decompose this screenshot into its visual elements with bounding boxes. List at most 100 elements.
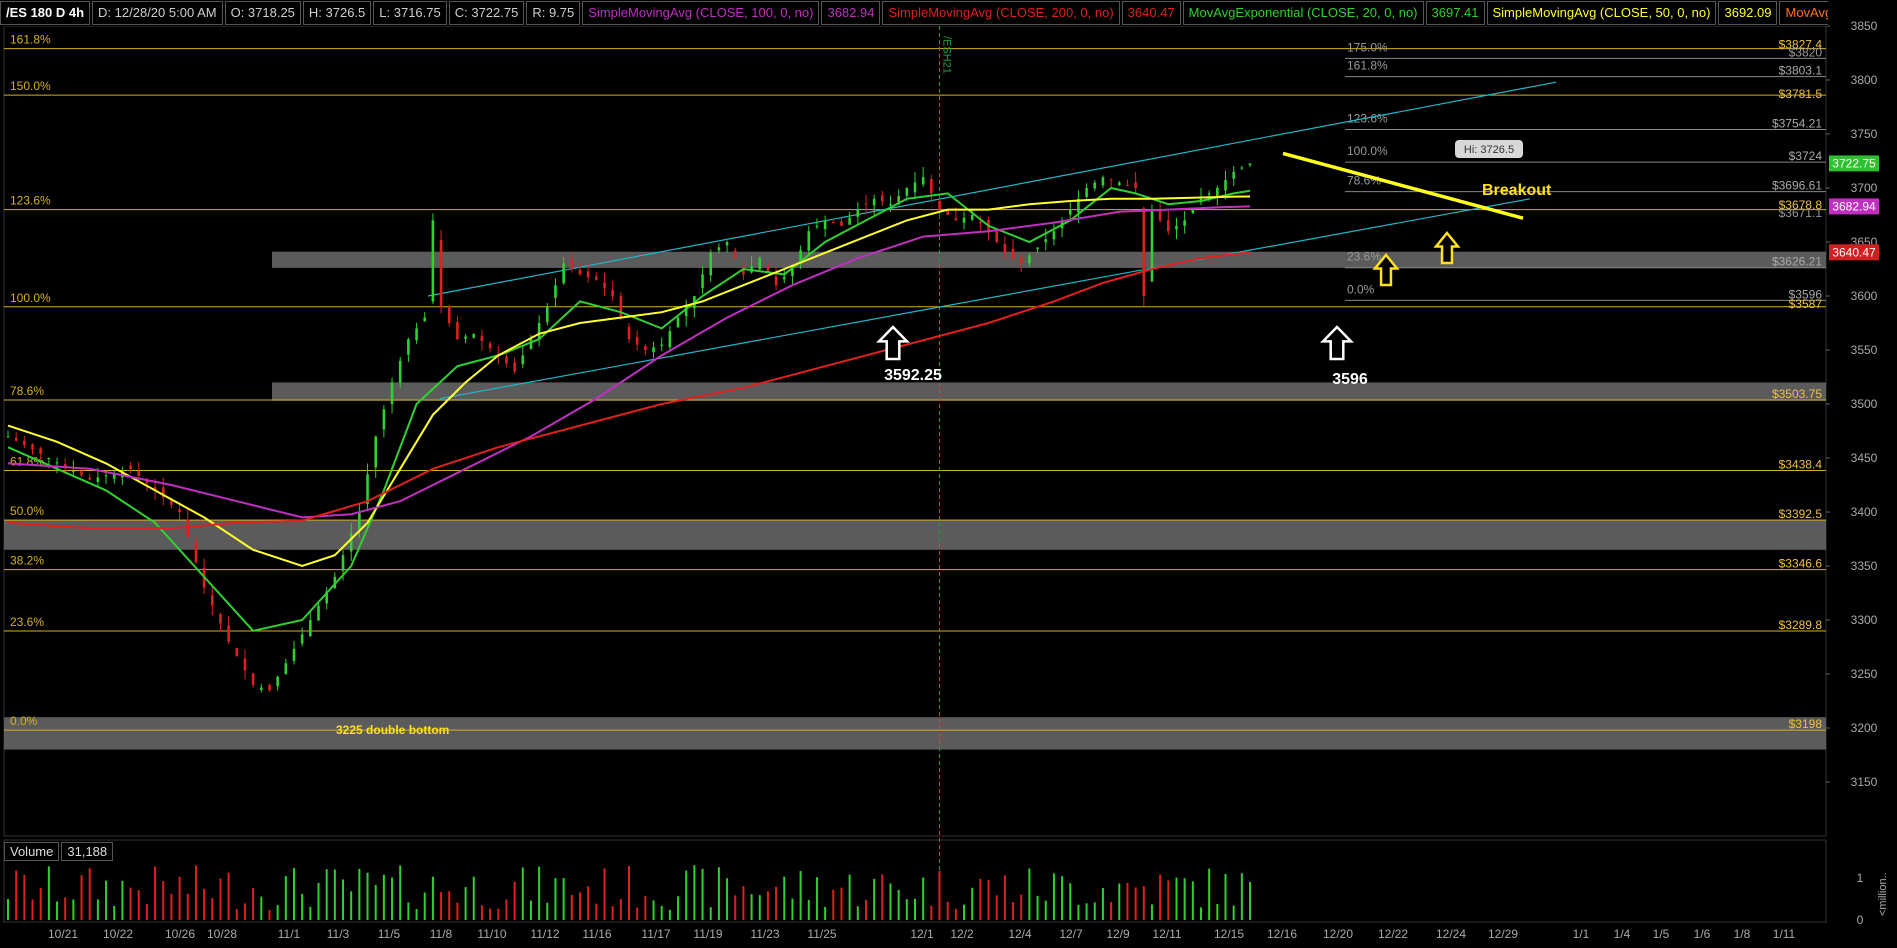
candle [1036, 247, 1039, 250]
support-zone [272, 382, 1826, 401]
candle [317, 605, 320, 621]
x-tick-label: 11/25 [807, 927, 836, 941]
candle [970, 215, 974, 220]
candle [1216, 188, 1219, 197]
study-ema20-label[interactable]: MovAvgExponential (CLOSE, 20, 0, no) [1182, 1, 1424, 25]
volume-bar [252, 888, 255, 920]
volume-bar [685, 870, 688, 920]
candle [1126, 184, 1129, 186]
study-sma50-label[interactable]: SimpleMovingAvg (CLOSE, 50, 0, no) [1486, 1, 1717, 25]
x-tick-label: 12/29 [1488, 927, 1518, 941]
volume-bar [889, 883, 892, 920]
volume-bar [276, 905, 279, 920]
x-tick-label: 12/22 [1378, 927, 1408, 941]
candle [260, 687, 263, 691]
candle [758, 258, 762, 270]
candle [962, 217, 966, 223]
x-tick-label: 1/1 [1573, 927, 1590, 941]
x-tick-label: 10/21 [48, 927, 78, 941]
price-chart[interactable]: 161.8%150.0%123.6%100.0%78.6%61.8%50.0%3… [0, 0, 1897, 948]
x-tick-label: 1/11 [1773, 927, 1796, 941]
volume-bar [145, 904, 148, 920]
candle [578, 269, 582, 275]
candle [366, 474, 369, 504]
x-tick-label: 12/9 [1106, 927, 1130, 941]
support-zone [4, 519, 1826, 550]
volume-bar [1183, 878, 1186, 920]
volume-bar [186, 893, 189, 920]
candle [1085, 188, 1088, 197]
range-label: R: 9.75 [526, 1, 581, 25]
volume-bar [366, 872, 369, 920]
candle [603, 282, 606, 288]
volume-bar [325, 869, 328, 920]
y-tick-label: 3500 [1851, 397, 1878, 411]
y-tick-label: 3850 [1851, 19, 1878, 33]
volume-axis-label: 1 [1857, 871, 1864, 885]
high-label: H: 3726.5 [302, 1, 372, 25]
volume-bar [317, 882, 320, 920]
volume-bar [775, 886, 778, 920]
volume-bar [693, 865, 696, 920]
study-sma100-label[interactable]: SimpleMovingAvg (CLOSE, 100, 0, no) [582, 1, 820, 25]
candle [1117, 182, 1121, 186]
volume-bar [227, 872, 230, 920]
volume-bar [440, 892, 443, 920]
volume-bar [766, 891, 769, 920]
volume-bar [170, 893, 173, 920]
candle [1248, 163, 1252, 165]
level-label: $3587 [1789, 297, 1823, 311]
price-pane-border [3, 25, 1827, 837]
volume-bar [856, 906, 859, 920]
support-zone [4, 717, 1826, 750]
y-axis-bg [1828, 0, 1897, 948]
volume-bar [448, 891, 451, 920]
candle [1232, 171, 1235, 179]
candle [268, 684, 271, 691]
candle [235, 648, 239, 656]
candle [611, 290, 614, 296]
open-label: O: 3718.25 [224, 1, 301, 25]
candle [415, 328, 418, 341]
volume-bar [799, 871, 802, 920]
candle [938, 200, 941, 210]
study-sma200-label[interactable]: SimpleMovingAvg (CLOSE, 200, 0, no) [882, 1, 1120, 25]
volume-bar [1150, 904, 1153, 920]
candle [1019, 257, 1023, 264]
volume-bar [1118, 883, 1121, 920]
volume-bar [1208, 868, 1211, 920]
candle [129, 465, 132, 469]
volume-bar [734, 895, 737, 920]
volume-bar [701, 868, 704, 920]
volume-bar [938, 870, 941, 920]
volume-bar [505, 899, 508, 920]
x-tick-label: 11/17 [641, 927, 670, 941]
symbol-label[interactable]: /ES 180 D 4h [0, 1, 91, 25]
study-sma100-value: 3682.94 [821, 1, 881, 25]
volume-bar [840, 887, 843, 920]
candle [55, 462, 59, 464]
volume-bar [709, 907, 712, 920]
candle [1240, 167, 1244, 169]
price-tag-label: 3722.75 [1832, 156, 1876, 170]
candle [243, 658, 247, 671]
volume-label[interactable]: Volume [4, 842, 60, 861]
x-tick-label: 10/28 [207, 927, 237, 941]
candle [358, 512, 361, 530]
volume-bar [660, 905, 663, 920]
volume-bar [399, 865, 402, 920]
volume-bar [47, 866, 50, 920]
volume-bar [456, 902, 459, 920]
x-tick-label: 12/20 [1323, 927, 1353, 941]
study-ema-label[interactable]: MovAvgExponential ... [1779, 1, 1828, 25]
fib-label: 161.8% [10, 33, 51, 47]
x-tick-label: 11/8 [430, 927, 453, 941]
volume-bar [922, 877, 925, 920]
volume-bar [415, 909, 418, 920]
volume-bar [562, 878, 565, 920]
candle [309, 620, 312, 637]
volume-bar [824, 906, 827, 920]
date-label: D: 12/28/20 5:00 AM [92, 1, 223, 25]
volume-bar [1167, 880, 1170, 920]
candle [1109, 179, 1113, 181]
